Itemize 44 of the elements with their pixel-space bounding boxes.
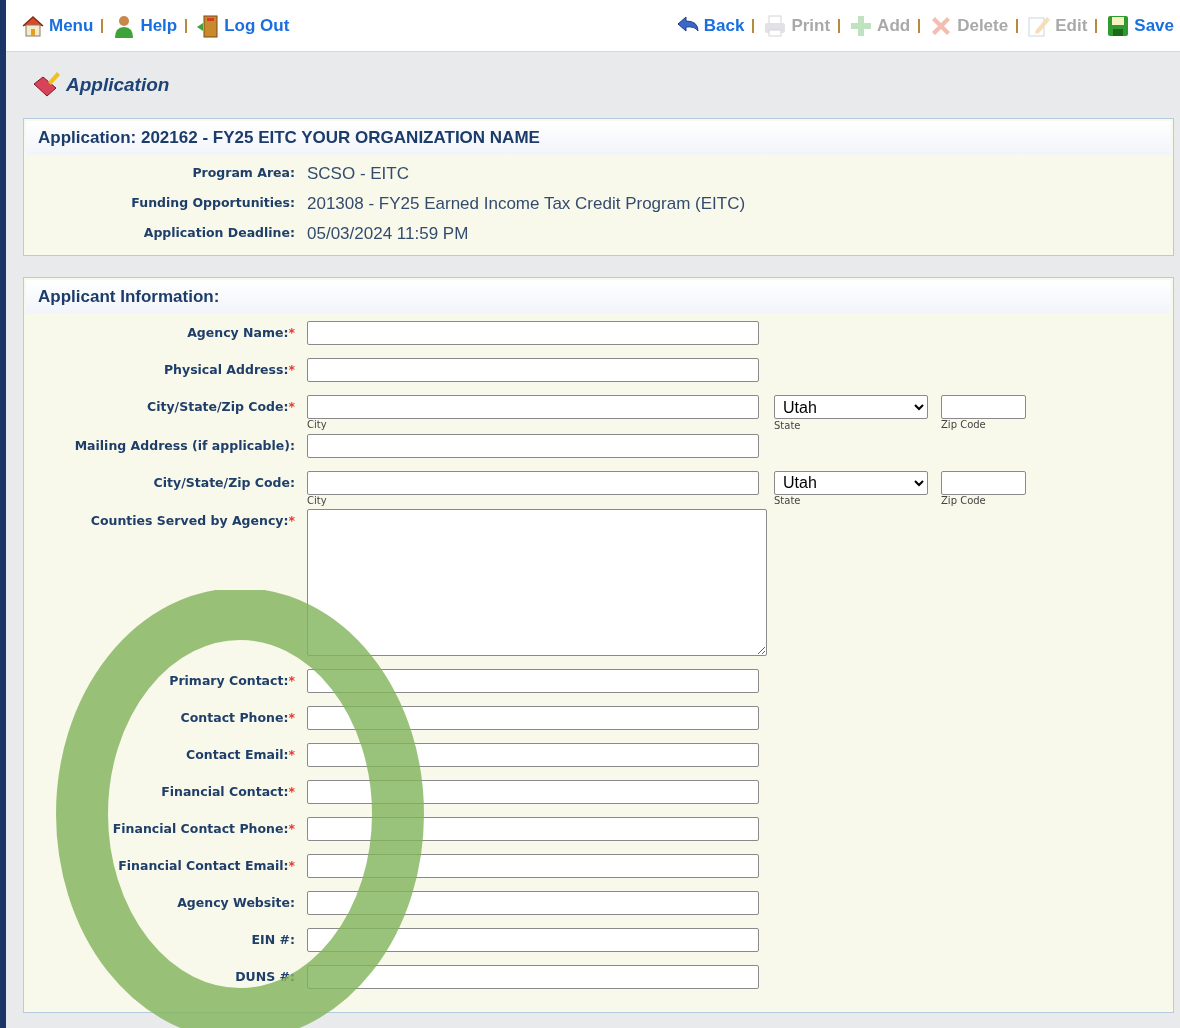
text-input[interactable] bbox=[307, 433, 759, 458]
field-value: 05/03/2024 11:59 PM bbox=[307, 222, 469, 245]
text-input[interactable] bbox=[307, 321, 759, 345]
text-area[interactable] bbox=[307, 509, 767, 656]
toolbar-button[interactable]: Help bbox=[111, 12, 178, 39]
toolbar-button[interactable]: Back bbox=[674, 12, 745, 39]
field-value: 201308 - FY25 Earned Income Tax Credit Program (EITC) bbox=[307, 192, 746, 215]
field-label: Counties Served by Agency:* bbox=[89, 512, 296, 530]
field-label: Application Deadline: bbox=[142, 224, 296, 243]
state-select[interactable]: Utah bbox=[774, 470, 928, 495]
field-caption: Zip Code bbox=[941, 419, 987, 431]
toolbar-button[interactable]: Log Out bbox=[195, 12, 290, 39]
field-label: Financial Contact:* bbox=[160, 783, 296, 801]
field-label: Agency Name:* bbox=[186, 324, 296, 342]
field-label: City/State/Zip Code: bbox=[152, 473, 296, 492]
city-input[interactable] bbox=[307, 470, 759, 495]
field-label: Physical Address:* bbox=[162, 361, 296, 379]
field-caption: State bbox=[774, 495, 802, 507]
field-label: Funding Opportunities: bbox=[130, 194, 296, 213]
zip-input[interactable] bbox=[941, 470, 1026, 495]
section-title: Applicant Information: bbox=[26, 279, 1171, 313]
field-label: Contact Phone:* bbox=[179, 709, 296, 727]
city-input[interactable] bbox=[307, 395, 759, 419]
field-label: City/State/Zip Code:* bbox=[146, 398, 296, 416]
field-label: Financial Contact Phone:* bbox=[111, 820, 296, 838]
field-caption: City bbox=[307, 419, 328, 431]
field-label: Contact Email:* bbox=[185, 746, 296, 764]
text-input[interactable] bbox=[307, 358, 759, 382]
toolbar-button[interactable]: Save bbox=[1105, 12, 1174, 39]
toolbar-button[interactable]: Menu bbox=[20, 12, 94, 39]
field-label: Program Area: bbox=[191, 164, 296, 183]
field-value: SCSO - EITC bbox=[307, 162, 409, 185]
section-title: Application: 202162 - FY25 EITC YOUR ORGANIZATION NAME bbox=[26, 121, 1171, 155]
field-label: Mailing Address (if applicable): bbox=[73, 436, 296, 455]
field-caption: State bbox=[774, 419, 802, 432]
state-select[interactable]: Utah bbox=[774, 395, 928, 419]
field-label: Agency Website: bbox=[176, 894, 296, 912]
zip-input[interactable] bbox=[941, 395, 1026, 419]
field-label: EIN #: bbox=[250, 931, 296, 949]
field-caption: Zip Code bbox=[941, 494, 987, 507]
field-caption: City bbox=[307, 494, 328, 507]
field-label: Primary Contact:* bbox=[168, 672, 296, 690]
page-title: Application bbox=[66, 72, 170, 97]
field-label: Financial Contact Email:* bbox=[117, 857, 296, 875]
